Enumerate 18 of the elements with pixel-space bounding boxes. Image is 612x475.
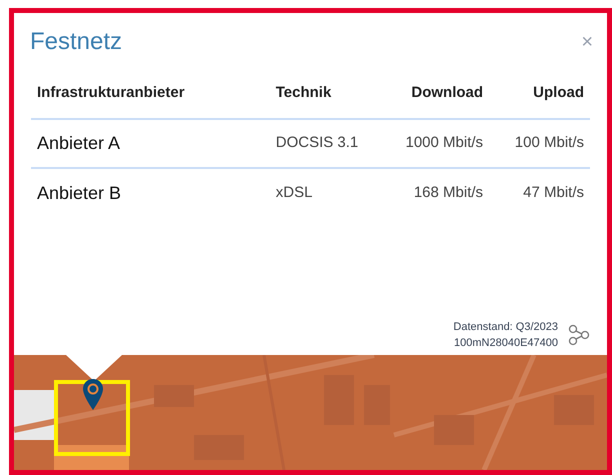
dialog-title: Festnetz bbox=[30, 27, 122, 57]
data-date-text: Datenstand: Q3/2023 bbox=[453, 320, 558, 335]
table-cell: Anbieter B bbox=[37, 182, 122, 202]
map-marker-icon[interactable] bbox=[82, 378, 104, 411]
table-cell: Anbieter A bbox=[37, 133, 120, 153]
table-cell: xDSL bbox=[276, 184, 312, 201]
table-cell: 100 Mbit/s bbox=[514, 134, 584, 152]
close-button[interactable]: × bbox=[581, 32, 593, 52]
table-cell: 168 Mbit/s bbox=[414, 184, 484, 201]
share-icon[interactable] bbox=[568, 324, 590, 346]
cell-id-text: 100mN28040E47400 bbox=[454, 336, 558, 351]
column-header: Infrastrukturanbieter bbox=[37, 84, 185, 102]
column-header: Technik bbox=[276, 84, 332, 102]
table-cell: DOCSIS 3.1 bbox=[276, 134, 358, 152]
table-cell: 47 Mbit/s bbox=[523, 184, 584, 201]
table-cell: 1000 Mbit/s bbox=[406, 134, 484, 152]
column-header: Download bbox=[411, 84, 484, 102]
column-header: Upload bbox=[533, 84, 584, 102]
